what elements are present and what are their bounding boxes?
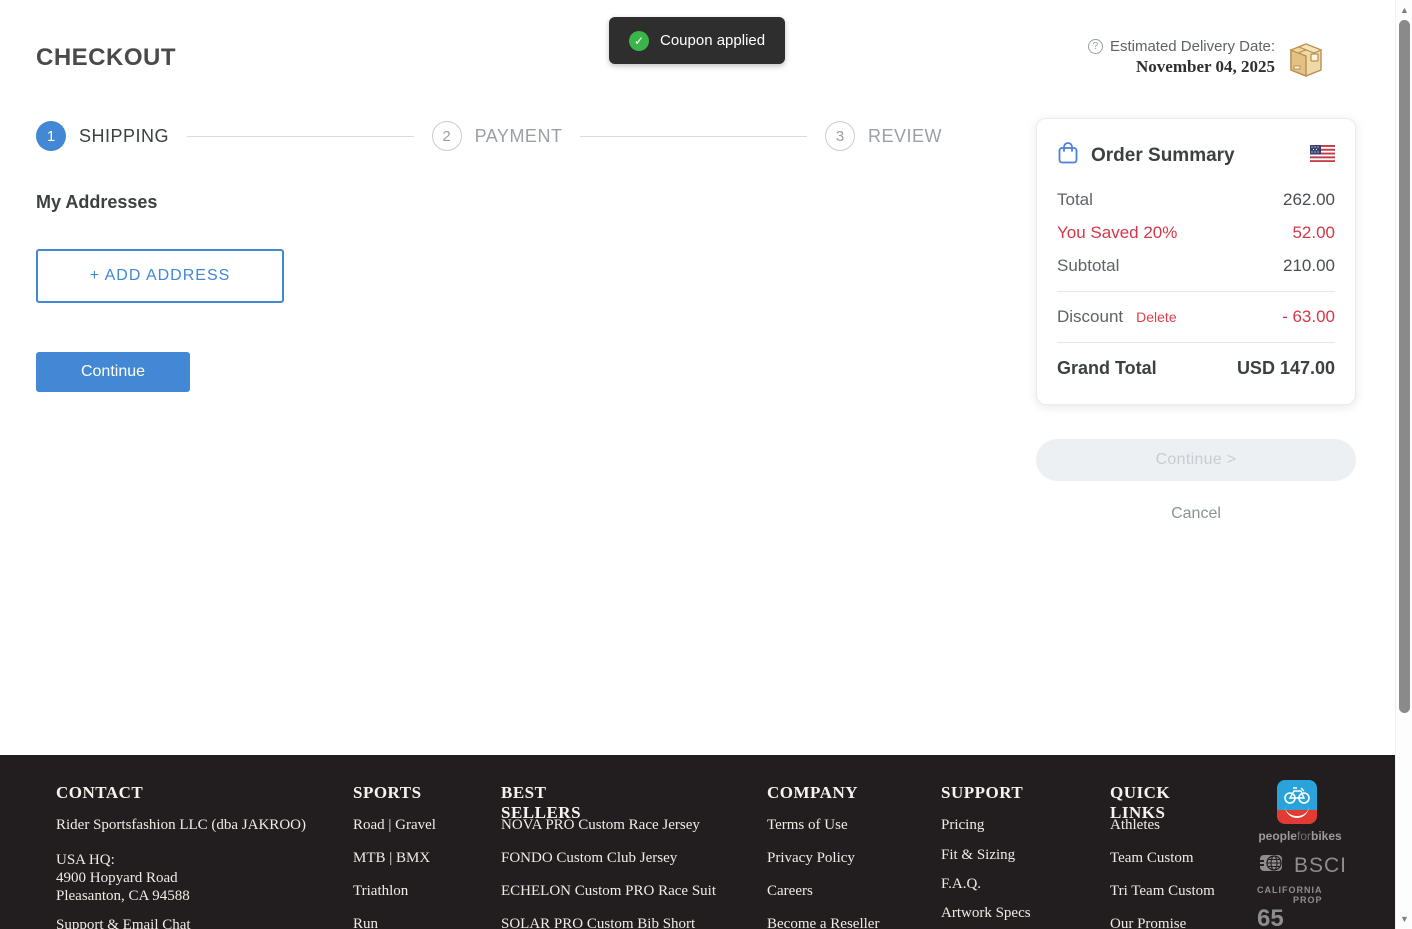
- cancel-link[interactable]: Cancel: [1036, 505, 1356, 523]
- footer-address-line1: 4900 Hopyard Road: [56, 870, 178, 886]
- summary-continue-button[interactable]: Continue >: [1036, 439, 1356, 481]
- footer-link[interactable]: ECHELON Custom PRO Race Suit: [501, 883, 716, 900]
- step-1-circle: 1: [36, 121, 66, 151]
- package-icon: [1285, 38, 1327, 83]
- footer-link[interactable]: Artwork Specs: [941, 905, 1031, 922]
- checkout-stepper: 1 SHIPPING 2 PAYMENT 3 REVIEW: [36, 121, 960, 151]
- footer-link[interactable]: SOLAR PRO Custom Bib Short: [501, 916, 695, 929]
- shipping-continue-button[interactable]: Continue: [36, 352, 190, 392]
- step-connector: [187, 135, 414, 137]
- add-address-button[interactable]: + ADD ADDRESS: [36, 249, 284, 303]
- footer-link[interactable]: Road | Gravel: [353, 817, 436, 834]
- estimated-delivery: ? Estimated Delivery Date: November 04, …: [1087, 38, 1327, 83]
- discount-label: Discount: [1057, 307, 1124, 326]
- footer-link[interactable]: MTB | BMX: [353, 850, 430, 867]
- delivery-label: Estimated Delivery Date:: [1109, 38, 1275, 55]
- scrollbar-thumb[interactable]: [1399, 20, 1410, 713]
- total-value: 262.00: [1283, 190, 1335, 209]
- subtotal-label: Subtotal: [1057, 256, 1120, 275]
- footer-company-name: Rider Sportsfashion LLC (dba JAKROO): [56, 817, 306, 833]
- step-2-circle: 2: [431, 121, 462, 151]
- footer-link[interactable]: Athletes: [1110, 817, 1160, 834]
- page-title: CHECKOUT: [36, 44, 176, 71]
- footer-link[interactable]: Pricing: [941, 817, 984, 834]
- people-for-bikes-label: peopleforbikes: [1258, 829, 1342, 843]
- toast-message: Coupon applied: [660, 32, 766, 49]
- order-summary-card: Order Summary Total 262.00 You Saved 20%…: [1036, 118, 1356, 405]
- footer-heading-contact: CONTACT: [56, 783, 144, 802]
- coupon-toast: ✓ Coupon applied: [609, 17, 786, 64]
- discount-value: - 63.00: [1282, 307, 1335, 326]
- footer-link[interactable]: Tri Team Custom: [1110, 883, 1215, 900]
- saved-label: You Saved 20%: [1057, 223, 1178, 242]
- order-summary-title: Order Summary: [1091, 144, 1235, 166]
- delete-coupon-link[interactable]: Delete: [1136, 309, 1176, 325]
- step-connector: [580, 135, 807, 137]
- scroll-down-arrow[interactable]: ▼: [1396, 911, 1412, 927]
- footer-link[interactable]: Terms of Use: [767, 817, 848, 834]
- checkout-page: CHECKOUT ✓ Coupon applied ? Estimated De…: [0, 0, 1395, 929]
- help-icon[interactable]: ?: [1087, 39, 1103, 54]
- scrollbar[interactable]: ▲ ▼: [1395, 0, 1412, 929]
- footer-link[interactable]: Our Promise: [1110, 916, 1186, 929]
- bsci-label: BSCI: [1294, 853, 1348, 877]
- footer-link[interactable]: NOVA PRO Custom Race Jersey: [501, 817, 700, 834]
- footer-link[interactable]: FONDO Custom Club Jersey: [501, 850, 677, 867]
- footer-link[interactable]: Run: [353, 916, 378, 929]
- summary-divider: [1057, 342, 1335, 343]
- footer-heading-support: SUPPORT: [941, 783, 1024, 802]
- footer-link[interactable]: F.A.Q.: [941, 876, 981, 893]
- footer-hq-label: USA HQ:: [56, 852, 115, 868]
- footer-link[interactable]: Privacy Policy: [767, 850, 855, 867]
- summary-row-subtotal: Subtotal 210.00: [1057, 256, 1335, 276]
- saved-value: 52.00: [1292, 223, 1335, 242]
- summary-divider: [1057, 291, 1335, 292]
- step-3-label: REVIEW: [868, 125, 943, 146]
- grand-total-value: USD 147.00: [1236, 358, 1335, 378]
- summary-row-saved: You Saved 20% 52.00: [1057, 223, 1335, 243]
- prop65-logo: CALIFORNIA PROP 65: [1257, 885, 1323, 929]
- delivery-date: November 04, 2025: [1136, 57, 1275, 76]
- scroll-up-arrow[interactable]: ▲: [1396, 2, 1412, 18]
- footer-support-chat-link[interactable]: Support & Email Chat: [56, 917, 191, 929]
- check-circle-icon: ✓: [629, 30, 649, 51]
- subtotal-value: 210.00: [1283, 256, 1335, 275]
- footer-link[interactable]: Become a Reseller: [767, 916, 879, 929]
- my-addresses-heading: My Addresses: [36, 192, 158, 212]
- summary-row-grand-total: Grand Total USD 147.00: [1057, 358, 1335, 379]
- footer: CONTACT Rider Sportsfashion LLC (dba JAK…: [0, 755, 1395, 929]
- footer-heading-company: COMPANY: [767, 783, 858, 802]
- footer-link[interactable]: Fit & Sizing: [941, 847, 1015, 864]
- grand-total-label: Grand Total: [1057, 358, 1157, 378]
- us-flag-icon: [1309, 144, 1336, 167]
- footer-heading-sports: SPORTS: [353, 783, 422, 802]
- total-label: Total: [1057, 190, 1093, 209]
- shopping-bag-icon: [1057, 141, 1079, 170]
- footer-address-line2: Pleasanton, CA 94588: [56, 888, 190, 904]
- summary-row-discount: Discount Delete - 63.00: [1057, 307, 1335, 327]
- people-for-bikes-icon: [1277, 780, 1317, 824]
- step-2-label: PAYMENT: [474, 125, 563, 146]
- footer-link[interactable]: Team Custom: [1110, 850, 1194, 867]
- footer-link[interactable]: Triathlon: [353, 883, 408, 900]
- step-1-label: SHIPPING: [79, 125, 170, 146]
- step-3-circle: 3: [825, 121, 855, 151]
- bsci-logo: BSCI: [1259, 851, 1347, 880]
- summary-row-total: Total 262.00: [1057, 190, 1335, 210]
- footer-link[interactable]: Careers: [767, 883, 813, 900]
